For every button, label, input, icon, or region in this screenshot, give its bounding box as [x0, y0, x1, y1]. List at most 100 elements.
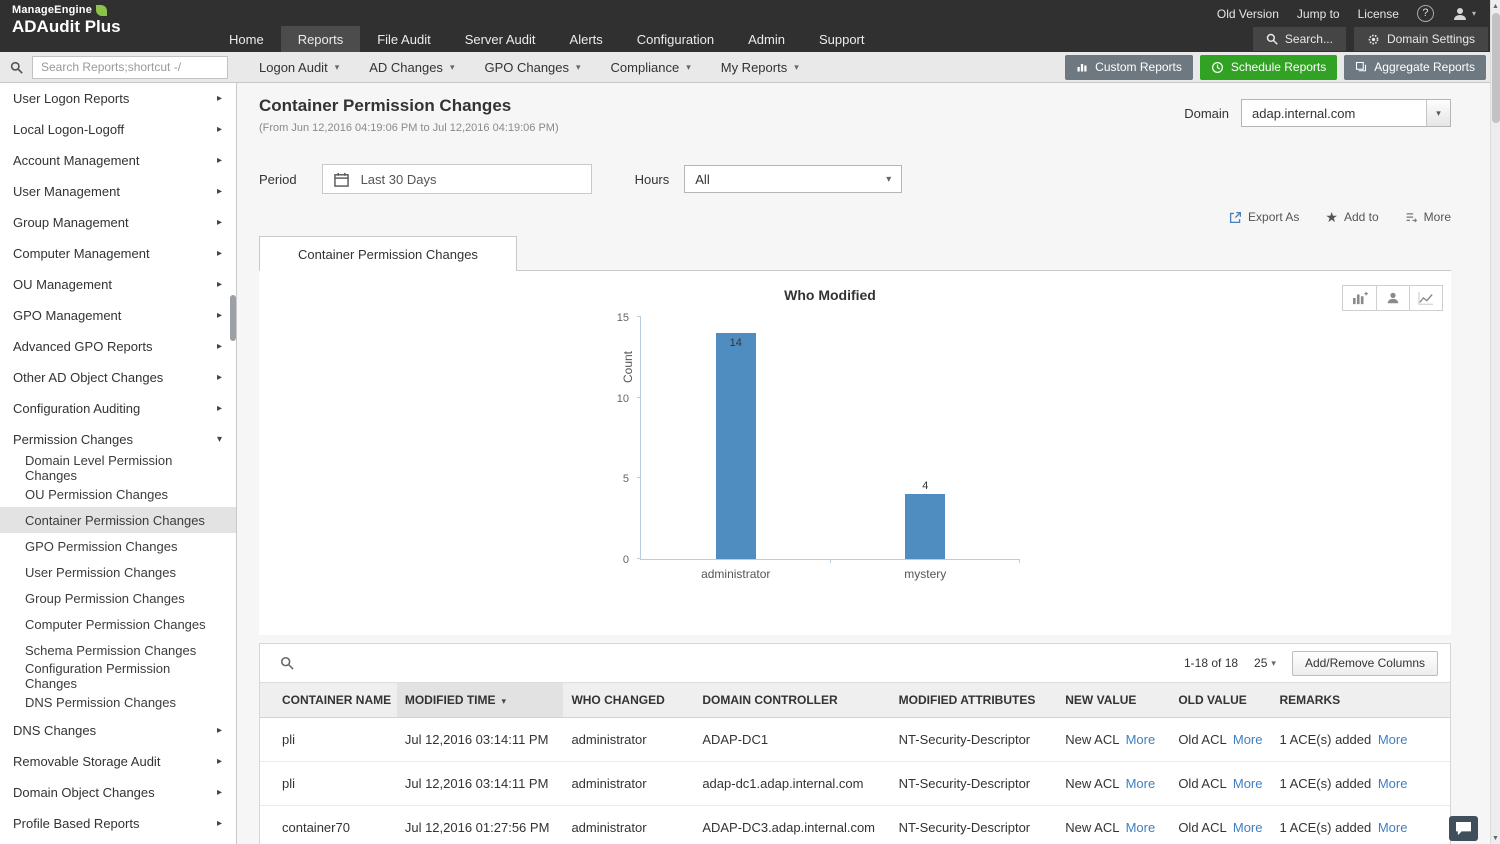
- column-header-modified-attributes[interactable]: MODIFIED ATTRIBUTES: [890, 682, 1058, 718]
- chevron-right-icon: ▸: [216, 818, 222, 829]
- add-remove-columns-button[interactable]: Add/Remove Columns: [1291, 650, 1438, 676]
- more-link[interactable]: More: [1126, 820, 1156, 835]
- scrollbar-thumb[interactable]: [1492, 13, 1500, 123]
- sidebar-item-ou-management[interactable]: OU Management ▸: [0, 269, 236, 300]
- more-link[interactable]: More: [1378, 732, 1408, 747]
- domain-settings-button[interactable]: Domain Settings: [1353, 27, 1488, 51]
- sidebar-item-other-ad-object-changes[interactable]: Other AD Object Changes ▸: [0, 362, 236, 393]
- nav-tab-home[interactable]: Home: [212, 26, 281, 52]
- more-link[interactable]: More: [1378, 776, 1408, 791]
- column-header-who-changed[interactable]: WHO CHANGED: [563, 682, 695, 718]
- page-scrollbar[interactable]: ▲ ▼: [1490, 0, 1500, 844]
- column-header-modified-time[interactable]: MODIFIED TIME ▾: [396, 682, 564, 718]
- nav-tab-configuration[interactable]: Configuration: [620, 26, 731, 52]
- report-search-input[interactable]: [32, 55, 228, 79]
- sidebar-item-account-management[interactable]: Account Management ▸: [0, 145, 236, 176]
- sidebar-item-removable-storage-audit[interactable]: Removable Storage Audit ▸: [0, 746, 236, 777]
- hours-select[interactable]: All ▾: [684, 165, 903, 193]
- utility-link-jump-to[interactable]: Jump to: [1297, 7, 1340, 21]
- chat-button[interactable]: [1449, 816, 1478, 841]
- aggregate-reports-button[interactable]: Aggregate Reports: [1344, 54, 1486, 80]
- nav-tab-alerts[interactable]: Alerts: [553, 26, 620, 52]
- more-link[interactable]: More: [1378, 820, 1408, 835]
- menu-compliance[interactable]: Compliance ▾: [596, 52, 706, 82]
- trend-chart-toggle-icon[interactable]: [1409, 286, 1442, 310]
- menu-my-reports[interactable]: My Reports ▾: [706, 52, 814, 82]
- sidebar-item-label: User Management: [13, 184, 120, 199]
- table-search-icon[interactable]: [280, 656, 294, 670]
- sidebar-subitem-dns-permission-changes[interactable]: DNS Permission Changes: [0, 689, 236, 715]
- sidebar-item-profile-based-reports[interactable]: Profile Based Reports ▸: [0, 808, 236, 839]
- sidebar-item-computer-management[interactable]: Computer Management ▸: [0, 238, 236, 269]
- bar-administrator[interactable]: [715, 333, 756, 559]
- column-header-domain-controller[interactable]: DOMAIN CONTROLLER: [694, 682, 891, 718]
- sidebar-item-configuration-auditing[interactable]: Configuration Auditing ▸: [0, 393, 236, 424]
- sidebar-item-dns-changes[interactable]: DNS Changes ▸: [0, 715, 236, 746]
- sidebar-subitem-schema-permission-changes[interactable]: Schema Permission Changes: [0, 637, 236, 663]
- utility-link-old-version[interactable]: Old Version: [1217, 7, 1279, 21]
- add-to-button[interactable]: ★ Add to: [1325, 210, 1378, 224]
- utility-link-license[interactable]: License: [1358, 7, 1399, 21]
- column-header-old-value[interactable]: OLD VALUE: [1170, 682, 1272, 718]
- user-menu[interactable]: ▾: [1452, 6, 1476, 22]
- more-link[interactable]: More: [1126, 776, 1156, 791]
- sidebar-item-domain-object-changes[interactable]: Domain Object Changes ▸: [0, 777, 236, 808]
- chevron-down-icon: ▾: [576, 61, 581, 72]
- column-header-remarks[interactable]: REMARKS: [1271, 682, 1450, 718]
- nav-tab-server-audit[interactable]: Server Audit: [448, 26, 553, 52]
- custom-reports-button[interactable]: Custom Reports: [1065, 54, 1193, 80]
- bar-chart-toggle-icon[interactable]: [1343, 286, 1376, 310]
- nav-tab-file-audit[interactable]: File Audit: [360, 26, 447, 52]
- utility-bar: Old Version Jump to License ? ▾: [1217, 0, 1476, 27]
- more-link[interactable]: More: [1233, 820, 1263, 835]
- sidebar-scrollbar-thumb[interactable]: [230, 295, 236, 341]
- sidebar-subitem-ou-permission-changes[interactable]: OU Permission Changes: [0, 481, 236, 507]
- more-link[interactable]: More: [1233, 732, 1263, 747]
- nav-tab-reports[interactable]: Reports: [280, 26, 361, 52]
- more-button[interactable]: More: [1405, 210, 1451, 224]
- sidebar-subitem-user-permission-changes[interactable]: User Permission Changes: [0, 559, 236, 585]
- export-as-button[interactable]: Export As: [1229, 210, 1299, 224]
- chevron-right-icon: ▸: [216, 124, 222, 135]
- sidebar-subitem-domain-level-permission-changes[interactable]: Domain Level Permission Changes: [0, 453, 236, 483]
- sidebar-subitem-gpo-permission-changes[interactable]: GPO Permission Changes: [0, 533, 236, 559]
- nav-tab-support[interactable]: Support: [802, 26, 882, 52]
- sidebar-subitem-container-permission-changes[interactable]: Container Permission Changes: [0, 507, 236, 533]
- sidebar-item-local-logon-logoff[interactable]: Local Logon-Logoff ▸: [0, 114, 236, 145]
- y-axis-tick-label: 0: [622, 554, 629, 566]
- manageengine-text: ManageEngine: [12, 4, 93, 16]
- sidebar-item-permission-changes[interactable]: Permission Changes ▾: [0, 424, 236, 455]
- menu-ad-changes[interactable]: AD Changes ▾: [354, 52, 469, 82]
- more-link[interactable]: More: [1126, 732, 1156, 747]
- sidebar-item-gpo-management[interactable]: GPO Management ▸: [0, 300, 236, 331]
- sidebar-item-group-management[interactable]: Group Management ▸: [0, 207, 236, 238]
- y-axis-labels: 0 5 10 15: [605, 312, 635, 566]
- sidebar-item-user-management[interactable]: User Management ▸: [0, 176, 236, 207]
- tab-container-permission-changes[interactable]: Container Permission Changes: [259, 236, 517, 271]
- column-header-container-name[interactable]: CONTAINER NAME: [260, 682, 397, 718]
- scroll-up-icon[interactable]: ▲: [1491, 0, 1500, 12]
- sidebar-item-user-logon-reports[interactable]: User Logon Reports ▸: [0, 83, 236, 114]
- sidebar-subitem-configuration-permission-changes[interactable]: Configuration Permission Changes: [0, 661, 236, 691]
- sidebar-item-advanced-gpo-reports[interactable]: Advanced GPO Reports ▸: [0, 331, 236, 362]
- column-header-new-value[interactable]: NEW VALUE: [1057, 682, 1171, 718]
- page-size-select[interactable]: 25 ▾: [1254, 656, 1276, 670]
- schedule-reports-button[interactable]: Schedule Reports: [1199, 54, 1338, 80]
- domain-select[interactable]: adap.internal.com ▾: [1241, 99, 1451, 127]
- search-button[interactable]: Search...: [1252, 27, 1346, 51]
- menu-gpo-changes[interactable]: GPO Changes ▾: [469, 52, 595, 82]
- sidebar-subitem-computer-permission-changes[interactable]: Computer Permission Changes: [0, 611, 236, 637]
- cell-text: New ACL: [1065, 732, 1123, 747]
- menu-logon-audit[interactable]: Logon Audit ▾: [244, 52, 354, 82]
- period-picker[interactable]: Last 30 Days: [321, 164, 592, 194]
- help-icon[interactable]: ?: [1416, 5, 1434, 22]
- sidebar-subitem-group-permission-changes[interactable]: Group Permission Changes: [0, 585, 236, 611]
- custom-reports-label: Custom Reports: [1095, 60, 1182, 74]
- nav-tab-admin[interactable]: Admin: [731, 26, 802, 52]
- chevron-down-icon: ▾: [1426, 100, 1450, 126]
- user-chart-toggle-icon[interactable]: [1376, 286, 1409, 310]
- x-axis-tick: [1019, 559, 1020, 563]
- bar-mystery[interactable]: [905, 494, 946, 559]
- scroll-down-icon[interactable]: ▼: [1491, 832, 1500, 844]
- more-link[interactable]: More: [1233, 776, 1263, 791]
